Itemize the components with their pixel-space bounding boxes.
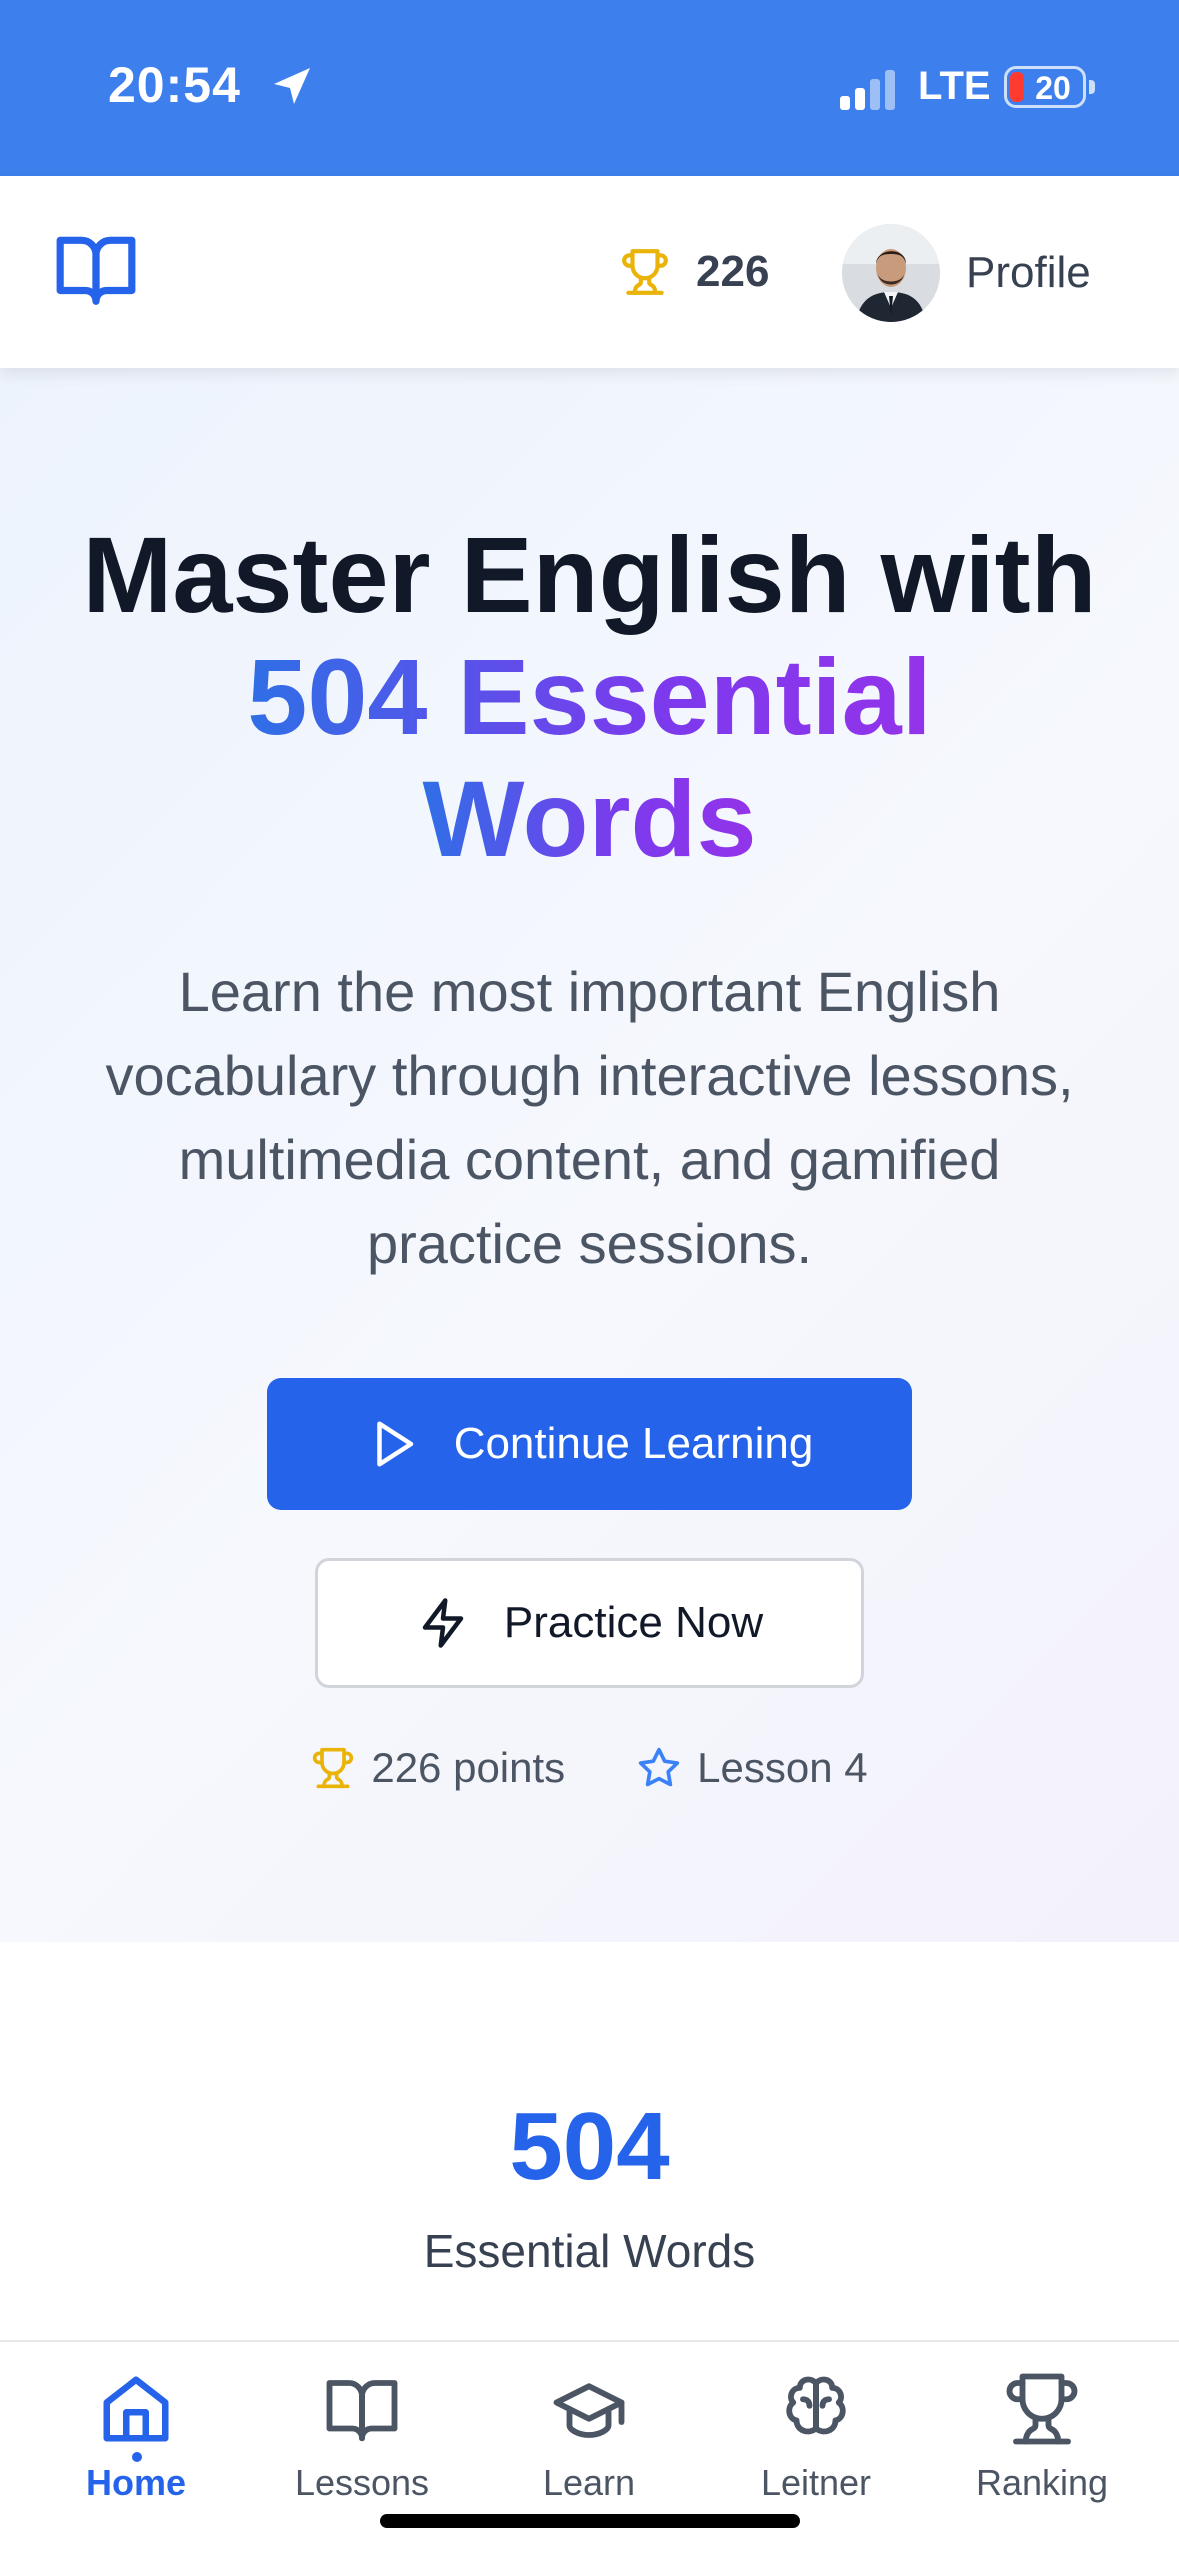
score-value: 226 (696, 247, 770, 296)
hero-title-accent-line2: 504 Essential (247, 636, 932, 757)
nav-item-learn[interactable]: Learn (489, 2370, 689, 2520)
status-bar: 20:54 LTE 20 (0, 0, 1179, 176)
brain-icon (786, 2376, 846, 2435)
word-count-section: 504 Essential Words (0, 1942, 1179, 2340)
play-icon (376, 1421, 413, 1467)
nav-item-lessons[interactable]: Lessons (262, 2370, 462, 2520)
hero-title: Master English with 504 Essential Words (0, 514, 1179, 880)
nav-label-home: Home (85, 2462, 187, 2503)
nav-label-leitner: Leitner (760, 2462, 872, 2503)
app-header: 226 Profile (0, 176, 1179, 368)
profile-button[interactable]: Profile (842, 224, 1091, 322)
trophy-icon (313, 1747, 354, 1789)
battery-percent: 20 (1035, 70, 1071, 106)
book-icon (326, 2380, 398, 2442)
hero-title-accent-line3: Words (422, 758, 757, 879)
status-time: 20:54 (108, 57, 241, 113)
avatar-image (842, 224, 940, 322)
nav-item-leitner[interactable]: Leitner (716, 2370, 916, 2520)
practice-now-label: Practice Now (503, 1598, 764, 1647)
profile-label[interactable]: Profile (966, 248, 1091, 298)
home-icon (103, 2376, 169, 2442)
word-count-value: 504 (509, 2093, 670, 2200)
stats-row: 226 points Lesson 4 (0, 1738, 1179, 1798)
graduation-cap-icon (553, 2383, 625, 2438)
hero-section: Master English with 504 Essential Words … (0, 368, 1179, 1942)
nav-label-ranking: Ranking (975, 2462, 1109, 2503)
trophy-icon (1006, 2373, 1078, 2445)
nav-label-learn: Learn (542, 2462, 636, 2503)
open-book-icon[interactable] (50, 226, 142, 312)
word-count-label: Essential Words (423, 2225, 756, 2277)
points-stat-label: 226 points (371, 1744, 566, 1791)
star-icon (639, 1747, 680, 1787)
header-score: 226 (620, 244, 769, 300)
nav-item-ranking[interactable]: Ranking (942, 2370, 1142, 2520)
home-indicator[interactable] (380, 2514, 800, 2528)
avatar[interactable] (842, 224, 940, 322)
continue-learning-button[interactable]: Continue Learning (267, 1378, 912, 1510)
battery-level (1010, 72, 1024, 102)
network-label: LTE (918, 64, 991, 108)
lesson-stat-label: Lesson 4 (697, 1744, 868, 1791)
location-arrow-icon (274, 68, 310, 104)
points-stat: 226 points (311, 1744, 565, 1792)
lightning-icon (422, 1598, 464, 1648)
nav-item-home[interactable]: Home (36, 2370, 236, 2520)
hero-description: Learn the most important English vocabul… (105, 960, 1074, 1275)
battery-nub (1089, 80, 1095, 94)
lesson-stat: Lesson 4 (637, 1744, 868, 1792)
trophy-icon (622, 249, 668, 295)
battery-icon: 20 (1004, 66, 1086, 108)
active-indicator-dot (132, 2452, 142, 2462)
nav-label-lessons: Lessons (294, 2462, 430, 2503)
continue-learning-label: Continue Learning (453, 1419, 814, 1468)
signal-icon (840, 70, 895, 110)
practice-now-button[interactable]: Practice Now (315, 1558, 864, 1688)
hero-title-line1: Master English with (82, 514, 1097, 635)
